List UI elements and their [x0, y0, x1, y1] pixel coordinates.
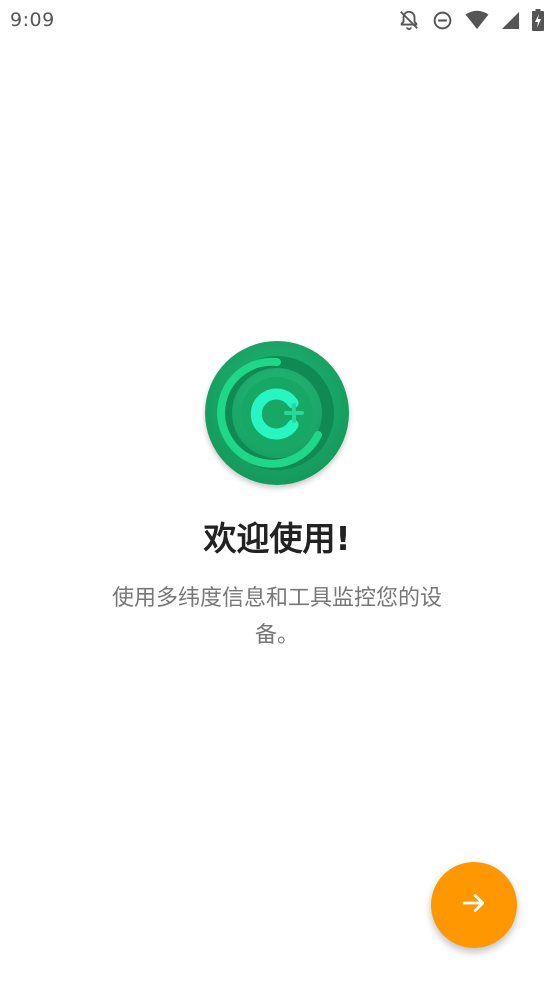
- status-icons: [398, 9, 544, 31]
- next-button[interactable]: [431, 862, 517, 948]
- status-bar: 9:09: [0, 0, 554, 40]
- battery-charging-icon: [532, 9, 544, 31]
- welcome-description: 使用多纬度信息和工具监控您的设备。: [111, 586, 442, 648]
- app-logo-icon: [205, 341, 349, 485]
- wifi-icon: [465, 10, 489, 30]
- do-not-disturb-icon: [432, 10, 453, 31]
- status-time: 9:09: [10, 9, 55, 31]
- cell-signal-icon: [501, 11, 520, 30]
- arrow-right-icon: [459, 888, 489, 922]
- welcome-screen: 9:09 欢迎使用! 使用多纬度信息和工具监控您的设备。: [0, 0, 554, 985]
- notifications-off-icon: [398, 9, 420, 31]
- welcome-title: 欢迎使用!: [203, 519, 351, 558]
